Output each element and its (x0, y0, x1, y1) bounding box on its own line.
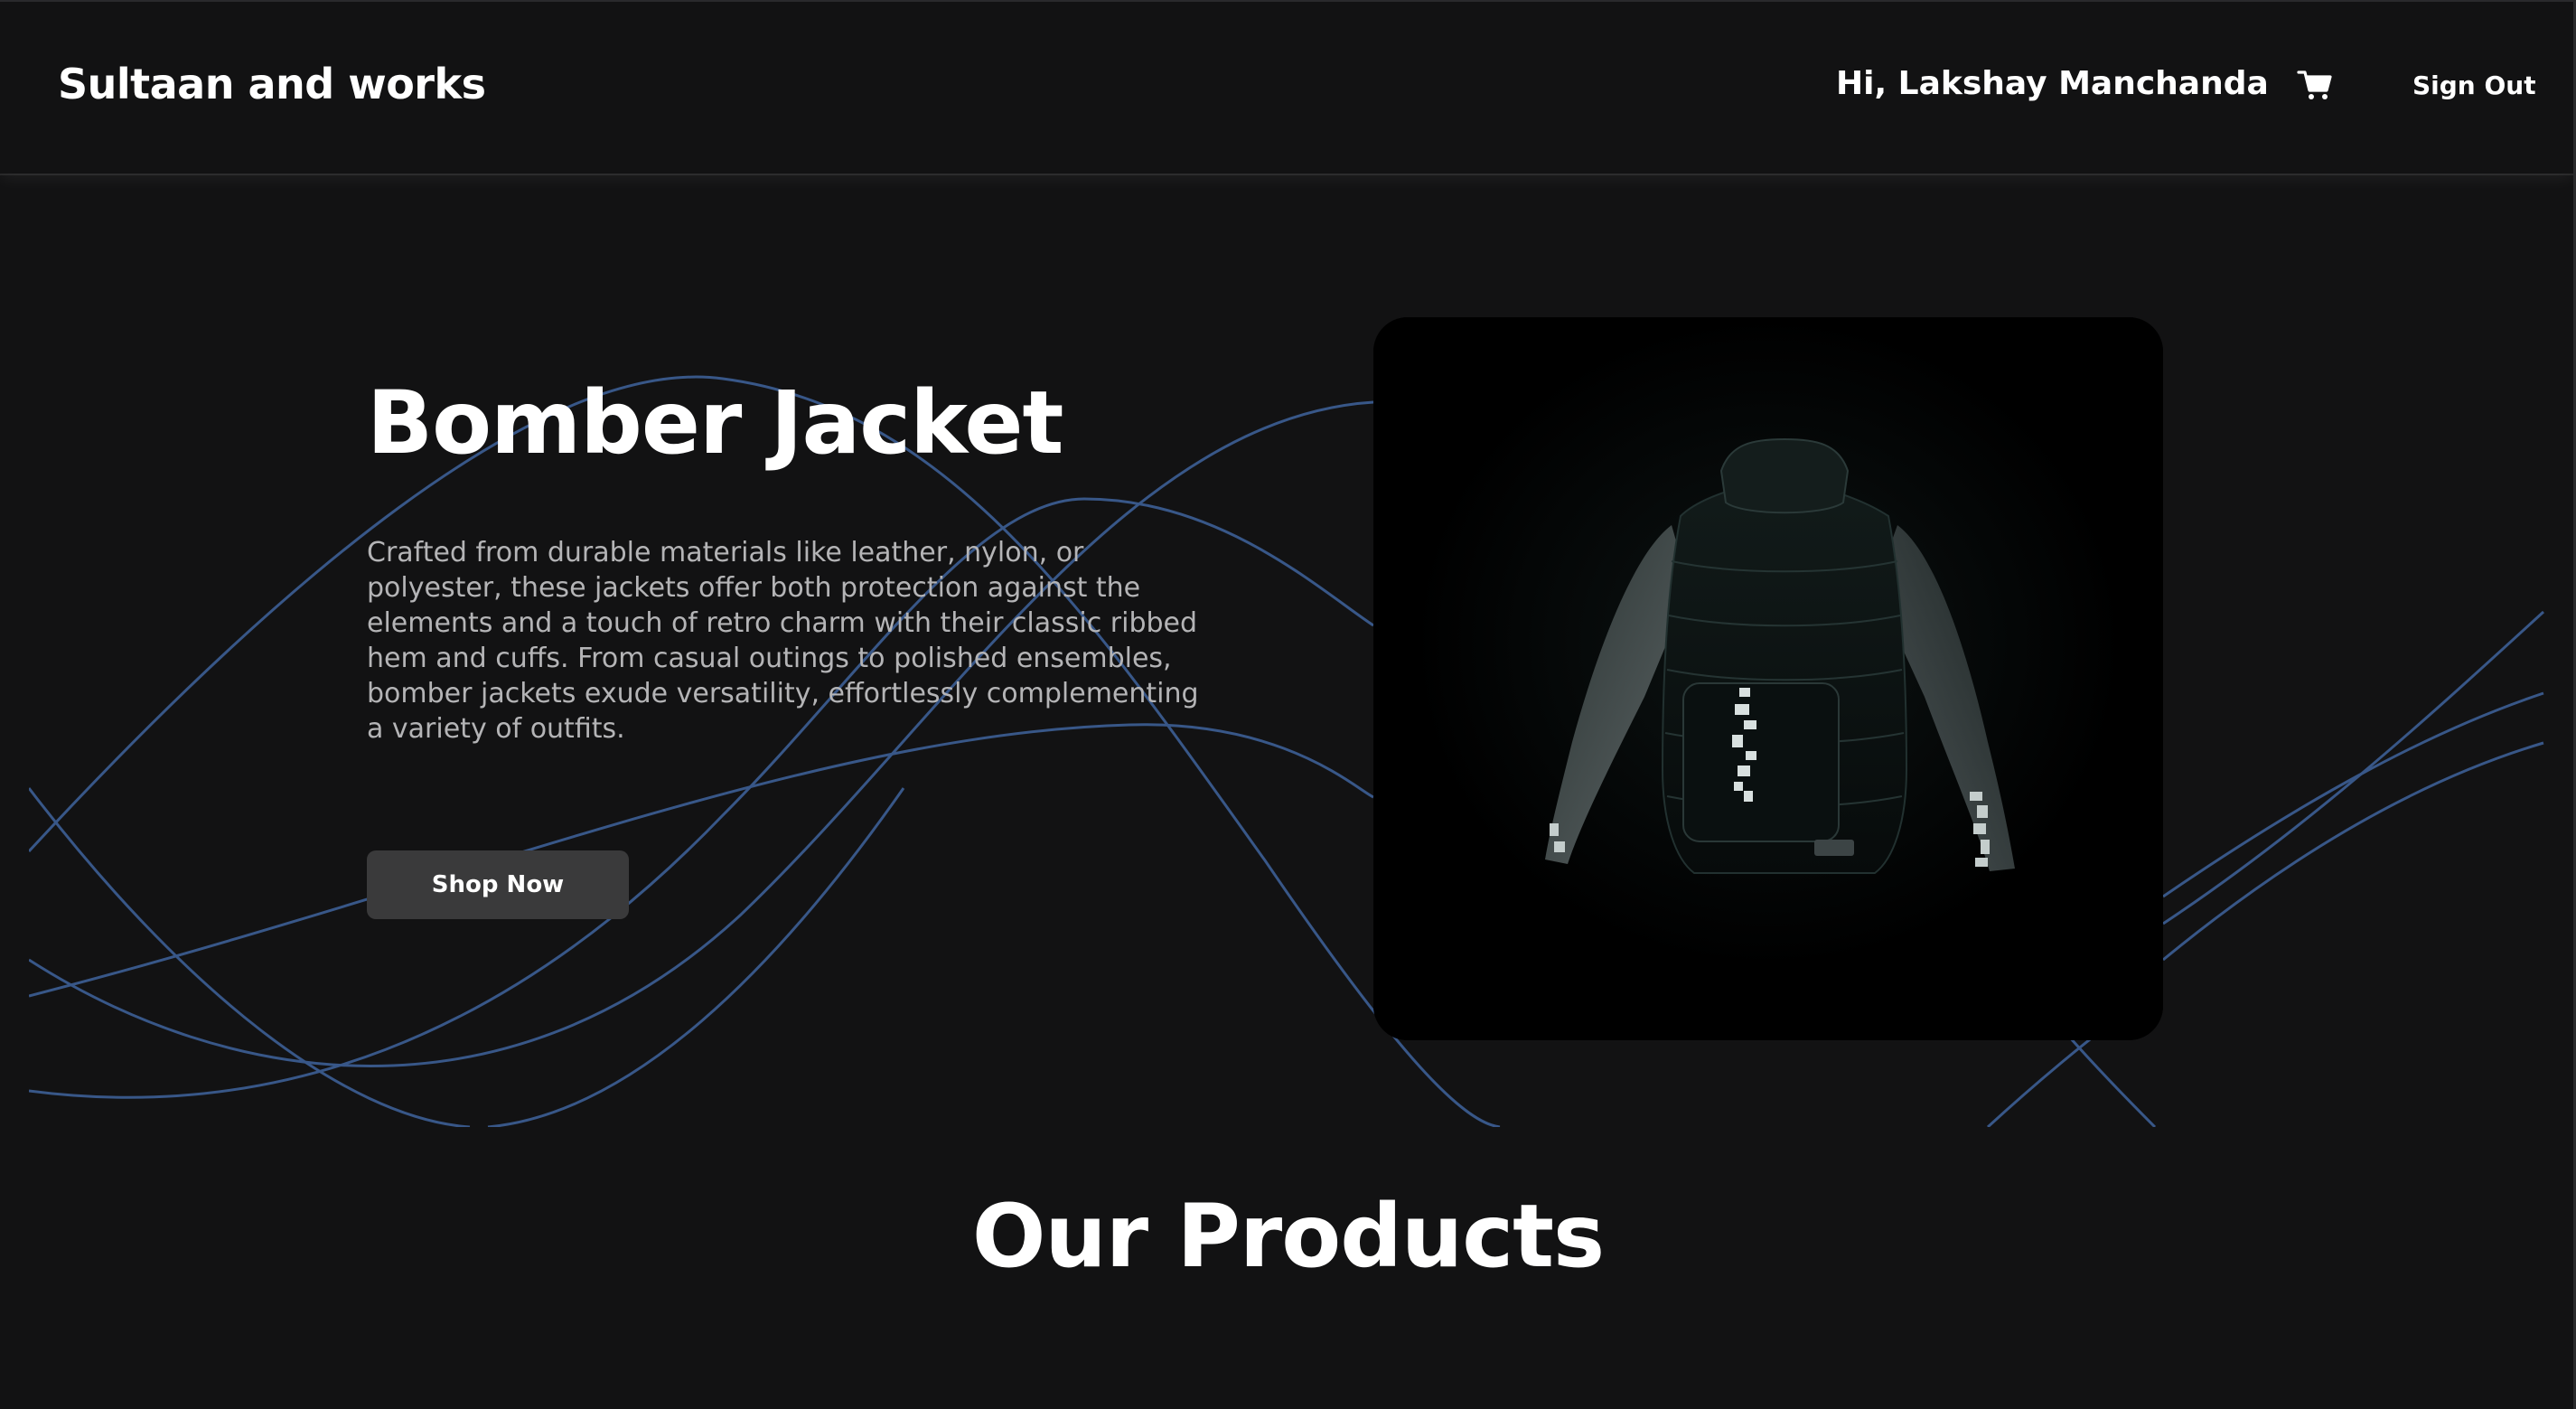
shopping-cart-icon[interactable] (2297, 69, 2333, 101)
page: Sultaan and works Hi, Lakshay Manchanda … (0, 0, 2576, 1409)
sign-out-button[interactable]: Sign Out (2412, 70, 2536, 100)
brand-logo-text[interactable]: Sultaan and works (58, 60, 486, 108)
top-navbar: Sultaan and works Hi, Lakshay Manchanda … (0, 2, 2573, 174)
hero-section: Bomber Jacket Crafted from durable mater… (0, 174, 2573, 1132)
product-image-card[interactable] (1373, 317, 2163, 1040)
shop-now-button[interactable]: Shop Now (367, 850, 629, 919)
user-greeting: Hi, Lakshay Manchanda (1836, 65, 2269, 102)
products-heading: Our Products (971, 1186, 1605, 1287)
hero-title: Bomber Jacket (367, 372, 1063, 474)
jacket-image (1373, 317, 2163, 1040)
hero-description: Crafted from durable materials like leat… (367, 537, 1199, 745)
cart-glyph (2297, 70, 2332, 99)
